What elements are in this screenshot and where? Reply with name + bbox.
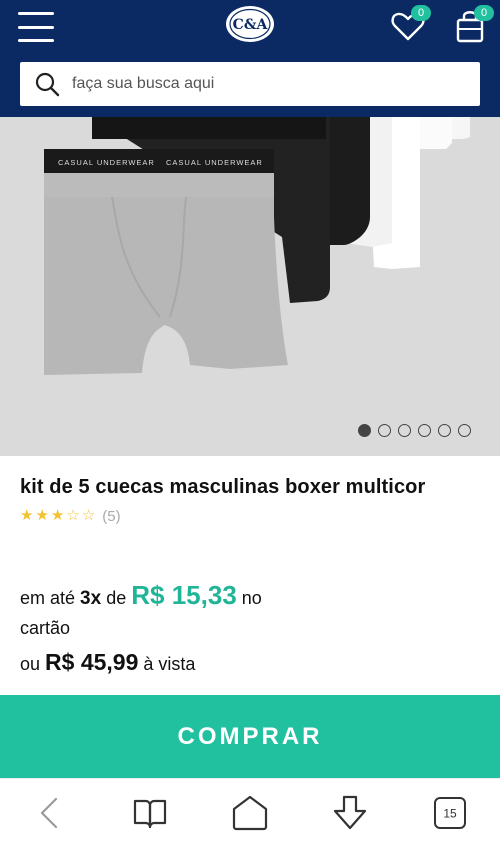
price-or: ou bbox=[20, 654, 41, 674]
search-input[interactable] bbox=[72, 75, 452, 93]
installment-price: R$ 15,33 bbox=[131, 580, 237, 610]
payment-method-text: cartão bbox=[20, 618, 71, 638]
product-title: kit de 5 cuecas masculinas boxer multico… bbox=[20, 476, 426, 498]
cart-button[interactable]: 0 bbox=[451, 5, 494, 46]
download-arrow-icon[interactable] bbox=[330, 793, 370, 833]
home-icon[interactable] bbox=[230, 793, 270, 833]
tab-count: 15 bbox=[443, 807, 457, 821]
app-header: C&A 0 0 bbox=[0, 0, 500, 117]
carousel-dot[interactable] bbox=[438, 424, 451, 437]
carousel-dot[interactable] bbox=[398, 424, 411, 437]
waistband-label-left: CASUAL UNDERWEAR bbox=[58, 158, 155, 167]
carousel-dot[interactable] bbox=[418, 424, 431, 437]
wishlist-button[interactable]: 0 bbox=[388, 5, 431, 46]
tabs-counter-icon[interactable]: 15 bbox=[430, 793, 470, 833]
search-icon[interactable] bbox=[34, 71, 60, 97]
carousel-pagination bbox=[358, 424, 471, 437]
cash-price-line: ou R$ 45,99 à vista bbox=[20, 647, 195, 679]
installment-price-line: em até 3x de R$ 15,33 no bbox=[20, 580, 262, 614]
product-image-carousel[interactable]: CASUAL UNDERWEAR CASUAL UNDERWEAR bbox=[0, 117, 500, 456]
cash-suffix: à vista bbox=[143, 654, 196, 674]
price-of: de bbox=[106, 588, 127, 608]
logo-text: C&A bbox=[233, 17, 269, 33]
price-suffix: no bbox=[241, 588, 262, 608]
brand-logo[interactable]: C&A bbox=[224, 4, 276, 44]
bookmarks-book-icon[interactable] bbox=[130, 793, 170, 833]
cart-count-badge: 0 bbox=[474, 5, 494, 21]
star-filled-icon: ★ bbox=[50, 507, 65, 524]
back-arrow-icon[interactable] bbox=[30, 793, 70, 833]
carousel-dot[interactable] bbox=[378, 424, 391, 437]
product-rating[interactable]: ★ ★ ★ ☆ ☆ (5) bbox=[20, 507, 121, 525]
installment-count: 3x bbox=[80, 588, 102, 609]
buy-button[interactable]: COMPRAR bbox=[0, 695, 500, 778]
browser-bottom-nav: 15 bbox=[0, 778, 500, 846]
cash-price: R$ 45,99 bbox=[45, 649, 139, 675]
price-prefix: em até bbox=[20, 588, 76, 608]
star-filled-icon: ★ bbox=[20, 507, 34, 524]
star-filled-icon: ★ bbox=[35, 507, 49, 524]
rating-count: (5) bbox=[102, 507, 121, 525]
star-empty-icon: ☆ bbox=[81, 507, 96, 524]
carousel-dot[interactable] bbox=[458, 424, 471, 437]
hamburger-menu-icon[interactable] bbox=[18, 12, 54, 42]
wishlist-count-badge: 0 bbox=[411, 5, 431, 21]
star-empty-icon: ☆ bbox=[66, 507, 80, 524]
carousel-dot[interactable] bbox=[358, 424, 371, 437]
waistband-label-right: CASUAL UNDERWEAR bbox=[166, 158, 263, 167]
product-image: CASUAL UNDERWEAR CASUAL UNDERWEAR bbox=[0, 117, 500, 456]
search-bar[interactable] bbox=[20, 62, 480, 106]
